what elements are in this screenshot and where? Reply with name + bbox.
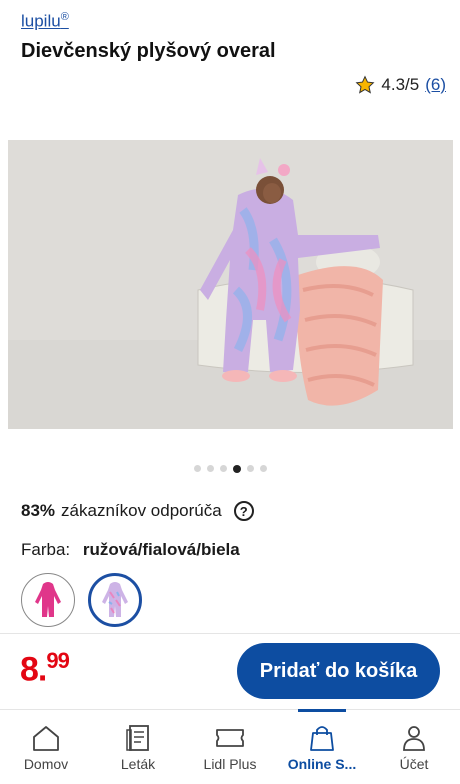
help-icon[interactable]: ? — [233, 501, 254, 521]
swatch-unicorn[interactable] — [88, 573, 142, 627]
rating: 4.3/5 (6) — [355, 75, 446, 95]
pink-onesie-icon — [35, 582, 61, 617]
unicorn-onesie-icon — [102, 582, 128, 617]
price: 8.99 — [20, 648, 70, 689]
nav-online-shop[interactable]: Online S... — [276, 709, 368, 784]
nav-leaflet[interactable]: Leták — [92, 710, 184, 784]
color-selection-label: Farba: ružová/fialová/biela — [21, 540, 240, 560]
home-icon — [33, 726, 59, 751]
color-value: ružová/fialová/biela — [82, 540, 240, 559]
gallery-dot[interactable] — [219, 465, 227, 472]
nav-lidl-plus[interactable]: Lidl Plus — [184, 710, 276, 784]
rating-count-link[interactable]: (6) — [425, 75, 446, 95]
product-image[interactable] — [8, 140, 453, 429]
gallery-dot[interactable] — [206, 465, 214, 472]
recommendation: 83% zákazníkov odporúča ? — [21, 501, 254, 521]
color-label: Farba: — [21, 540, 71, 559]
leaflet-icon — [126, 725, 149, 751]
recommend-percent: 83% — [21, 501, 56, 520]
nav-account[interactable]: Účet — [368, 710, 460, 784]
purchase-bar: 8.99 Pridať do košíka — [0, 633, 460, 709]
gallery-dot-active[interactable] — [232, 465, 241, 473]
gallery-dot[interactable] — [259, 465, 267, 472]
account-icon — [403, 726, 425, 751]
product-photo-illustration — [8, 140, 453, 429]
nav-home[interactable]: Domov — [0, 710, 92, 784]
gallery-pagination[interactable] — [0, 465, 460, 473]
bottom-navigation: Domov Leták Lidl Plus Online S... Účet — [0, 709, 460, 784]
product-title: Dievčenský plyšový overal — [21, 40, 276, 62]
brand-link[interactable]: lupilu® — [21, 11, 69, 32]
swatch-pink[interactable] — [21, 573, 75, 627]
gallery-dot[interactable] — [246, 465, 254, 472]
star-icon — [355, 75, 375, 94]
rating-value: 4.3/5 — [381, 75, 420, 94]
recommend-text: zákazníkov odporúča — [61, 501, 222, 520]
add-to-cart-button[interactable]: Pridať do košíka — [237, 643, 440, 699]
lidl-plus-icon — [216, 729, 244, 747]
shopping-bag-icon — [310, 726, 334, 751]
gallery-dot[interactable] — [193, 465, 201, 472]
